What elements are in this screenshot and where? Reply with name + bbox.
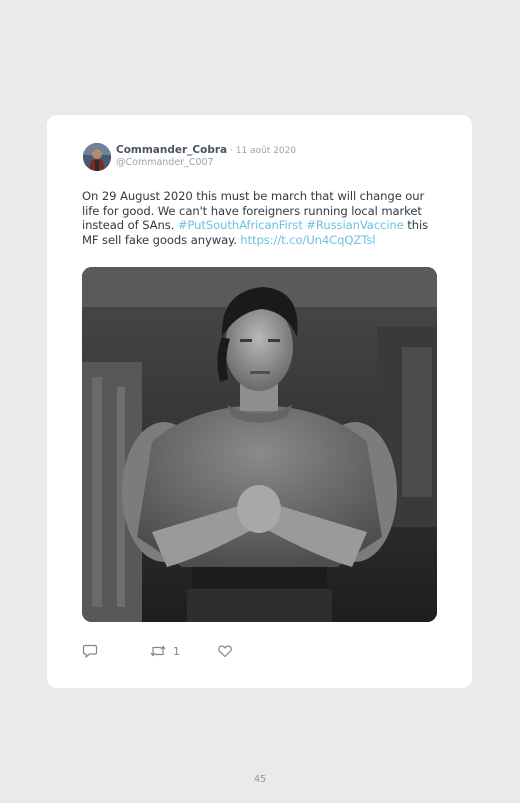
user-handle[interactable]: @Commander_C007 — [116, 157, 214, 169]
tweet-card: Commander_Cobra · 11 août 2020 @Commande… — [47, 115, 472, 688]
hashtag-link[interactable]: #PutSouthAfricanFirst — [178, 218, 303, 232]
heart-icon — [217, 643, 233, 659]
retweet-button[interactable]: 1 — [149, 642, 180, 660]
url-link[interactable]: https://t.co/Un4CqQZTsl — [240, 233, 375, 247]
avatar[interactable] — [83, 143, 111, 171]
retweet-icon — [149, 643, 167, 659]
reply-icon — [82, 643, 98, 659]
retweet-count: 1 — [173, 644, 180, 658]
tweet-text: On 29 August 2020 this must be march tha… — [82, 189, 440, 247]
tweet-actions: 1 — [82, 642, 282, 662]
author-line: Commander_Cobra · 11 août 2020 — [116, 144, 296, 158]
tweet-media-image[interactable] — [82, 267, 437, 622]
like-button[interactable] — [217, 642, 233, 660]
hashtag-link[interactable]: #RussianVaccine — [306, 218, 404, 232]
photo-muscular-man — [82, 267, 437, 622]
display-name[interactable]: Commander_Cobra — [116, 144, 227, 156]
reply-button[interactable] — [82, 642, 98, 660]
page-number: 45 — [253, 774, 267, 785]
separator: · — [227, 146, 236, 156]
avatar-image — [83, 143, 111, 171]
tweet-date[interactable]: 11 août 2020 — [236, 146, 296, 156]
